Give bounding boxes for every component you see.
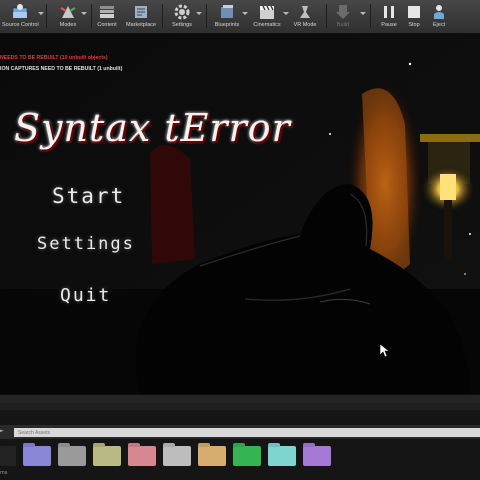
folder-icon[interactable] xyxy=(93,446,121,466)
eject-label: Eject xyxy=(432,22,446,28)
marketplace-button[interactable]: Marketplace xyxy=(124,2,158,32)
stop-button[interactable]: Stop xyxy=(402,2,426,32)
game-scene-background xyxy=(0,34,480,394)
content-icon xyxy=(100,6,114,18)
blueprint-icon xyxy=(221,5,233,18)
gear-icon xyxy=(174,4,190,20)
folder-icon[interactable] xyxy=(128,446,156,466)
panel-tab-strip xyxy=(0,394,480,403)
marketplace-icon xyxy=(135,6,147,18)
toolbar-divider xyxy=(326,4,327,28)
build-label: Build xyxy=(336,22,350,28)
blueprints-label: Blueprints xyxy=(214,22,240,28)
settings-menu-button[interactable]: Settings xyxy=(37,234,135,254)
blueprints-button[interactable]: Blueprints xyxy=(212,2,242,32)
chevron-down-icon[interactable] xyxy=(81,12,87,15)
pause-icon xyxy=(384,6,394,18)
vr-headset-icon xyxy=(300,6,310,18)
level-viewport[interactable]: NEEDS TO BE REBUILT (10 unbuilt objects)… xyxy=(0,34,480,394)
source-control-label: Source Control xyxy=(2,22,39,28)
chevron-down-icon[interactable] xyxy=(283,12,289,15)
cinematics-label: Cinematics xyxy=(253,22,281,28)
marketplace-label: Marketplace xyxy=(126,22,156,28)
folder-icon[interactable] xyxy=(58,446,86,466)
mouse-cursor-icon xyxy=(380,344,390,358)
pause-button[interactable]: Pause xyxy=(376,2,402,32)
toolbar-divider xyxy=(206,4,207,28)
chevron-down-icon[interactable] xyxy=(196,12,202,15)
panel-toolbar-strip xyxy=(0,403,480,410)
start-menu-button[interactable]: Start xyxy=(52,184,125,208)
content-label: Content xyxy=(97,22,117,28)
folder-icon[interactable] xyxy=(0,446,16,466)
folder-icon[interactable] xyxy=(233,446,261,466)
pause-label: Pause xyxy=(381,22,397,28)
chevron-down-icon[interactable] xyxy=(360,12,366,15)
toolbar-divider xyxy=(370,4,371,28)
status-label: ms xyxy=(0,470,8,476)
eject-icon xyxy=(434,5,444,19)
toolbar-divider xyxy=(162,4,163,28)
source-control-icon xyxy=(12,4,28,18)
game-title: Syntax tError xyxy=(14,106,291,150)
stop-icon xyxy=(408,6,420,18)
settings-label: Settings xyxy=(172,22,192,28)
source-control-button[interactable]: Source Control xyxy=(2,2,39,32)
folder-icon[interactable] xyxy=(23,446,51,466)
build-button[interactable]: Build xyxy=(330,2,356,32)
settings-button[interactable]: Settings xyxy=(168,2,196,32)
quit-menu-button[interactable]: Quit xyxy=(60,285,111,306)
eject-button[interactable]: Eject xyxy=(426,2,452,32)
folder-icon[interactable] xyxy=(268,446,296,466)
folder-icon[interactable] xyxy=(198,446,226,466)
toolbar-divider xyxy=(91,4,92,28)
clapper-icon xyxy=(260,5,274,19)
modes-label: Modes xyxy=(59,22,77,28)
folder-icon[interactable] xyxy=(303,446,331,466)
modes-icon xyxy=(60,6,76,18)
toolbar-divider xyxy=(46,4,47,28)
chevron-down-icon[interactable] xyxy=(38,12,44,15)
content-button[interactable]: Content xyxy=(95,2,119,32)
vr-mode-label: VR Mode xyxy=(293,22,317,28)
folder-icon[interactable] xyxy=(163,446,191,466)
vr-mode-button[interactable]: VR Mode xyxy=(290,2,320,32)
build-icon xyxy=(336,5,350,19)
chevron-down-icon[interactable] xyxy=(242,12,248,15)
asset-search-input[interactable] xyxy=(14,428,480,437)
editor-toolbar: Source Control Modes Content Marketplace xyxy=(0,0,480,34)
lighting-rebuild-warning: NEEDS TO BE REBUILT (10 unbuilt objects) xyxy=(0,55,108,61)
reflection-captures-warning: ION CAPTURES NEED TO BE REBUILT (1 unbui… xyxy=(0,66,123,72)
cinematics-button[interactable]: Cinematics xyxy=(250,2,284,32)
stop-label: Stop xyxy=(408,22,420,28)
collapse-arrow-icon[interactable]: ► xyxy=(0,428,4,434)
modes-button[interactable]: Modes xyxy=(54,2,82,32)
